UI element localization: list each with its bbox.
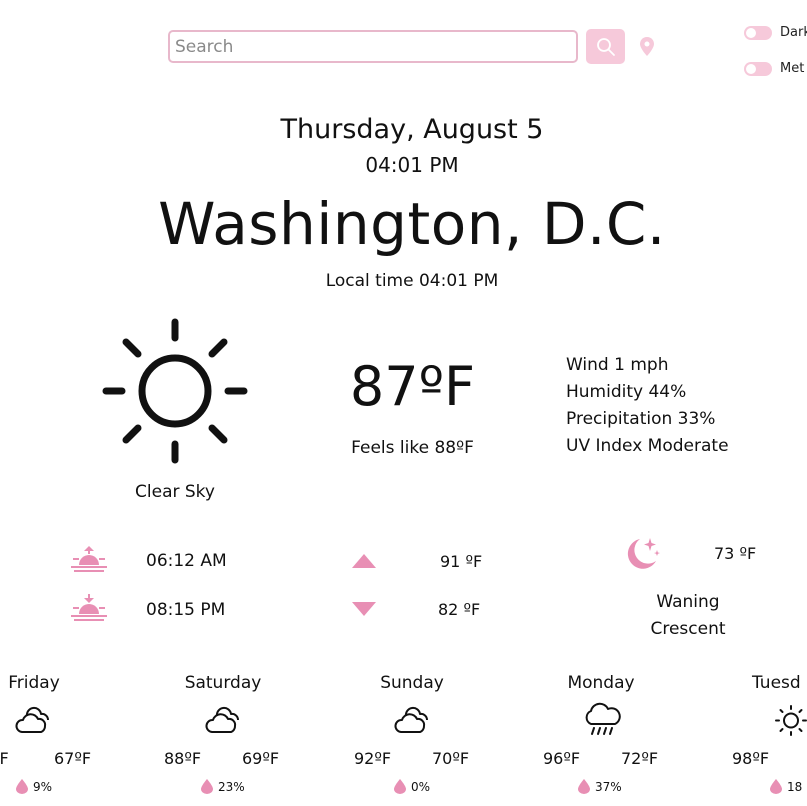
forecast-precip: 23% bbox=[201, 779, 245, 794]
high-temp: 91 ºF bbox=[440, 552, 483, 571]
weather-details: Wind 1 mph Humidity 44% Precipitation 33… bbox=[566, 352, 729, 460]
wind: Wind 1 mph bbox=[566, 355, 669, 375]
forecast-day-name: Saturday bbox=[184, 673, 262, 693]
sunset-time: 08:15 PM bbox=[146, 600, 226, 620]
dark-mode-label: Dark bbox=[780, 25, 807, 40]
sunset-icon bbox=[71, 594, 107, 621]
condition-label: Clear Sky bbox=[135, 482, 215, 502]
forecast-precip: 9% bbox=[16, 779, 52, 794]
raindrop-icon bbox=[201, 779, 213, 794]
forecast-day-name: Tuesd bbox=[752, 673, 801, 693]
raindrop-icon bbox=[770, 779, 782, 794]
dark-mode-toggle-row: Dark bbox=[744, 25, 807, 40]
date-heading: Thursday, August 5 bbox=[280, 114, 544, 145]
low-temp: 82 ºF bbox=[438, 600, 481, 619]
moon-phase: Waning Crescent bbox=[620, 589, 756, 643]
sunrise-icon bbox=[71, 546, 107, 572]
forecast-precip: 37% bbox=[578, 779, 622, 794]
forecast-high: 98ºF bbox=[732, 749, 770, 768]
moon-icon bbox=[627, 538, 660, 569]
sun-icon bbox=[102, 318, 248, 464]
forecast-precip-value: 9% bbox=[33, 779, 53, 794]
forecast-high: 96ºF bbox=[543, 749, 581, 768]
precipitation: Precipitation 33% bbox=[566, 409, 716, 429]
forecast-high: 88ºF bbox=[164, 749, 202, 768]
forecast-day-name: Monday bbox=[567, 673, 635, 693]
location-pin-icon[interactable] bbox=[638, 36, 656, 58]
temperature: 87ºF bbox=[349, 355, 476, 418]
forecast-day-name: Friday bbox=[8, 673, 60, 693]
search-icon bbox=[596, 37, 615, 56]
rain-cloud-icon bbox=[585, 702, 621, 735]
forecast-high: 92ºF bbox=[354, 749, 392, 768]
local-time: Local time 04:01 PM bbox=[325, 271, 499, 291]
cloud-icon bbox=[205, 706, 240, 733]
forecast-precip: 0% bbox=[394, 779, 430, 794]
search-button[interactable] bbox=[586, 29, 625, 64]
city-name: Washington, D.C. bbox=[158, 190, 666, 258]
cloud-icon bbox=[394, 706, 429, 733]
arrow-up-icon bbox=[352, 554, 376, 568]
moon-phase-line2: Crescent bbox=[650, 619, 726, 639]
forecast-precip-value: 18 bbox=[787, 779, 803, 794]
current-time: 04:01 PM bbox=[365, 153, 459, 177]
search-input[interactable] bbox=[168, 30, 578, 63]
forecast-precip-value: 37% bbox=[595, 779, 622, 794]
feels-like: Feels like 88ºF bbox=[351, 438, 474, 458]
forecast-low: 67ºF bbox=[54, 749, 92, 768]
forecast-low: 70ºF bbox=[432, 749, 470, 768]
sun-icon bbox=[775, 705, 807, 736]
forecast-precip: 18 bbox=[770, 779, 802, 794]
forecast-precip-value: 0% bbox=[411, 779, 431, 794]
forecast-high: ºF bbox=[0, 749, 9, 768]
metric-toggle[interactable] bbox=[744, 61, 772, 76]
metric-label: Met bbox=[780, 61, 805, 76]
cloud-icon bbox=[15, 706, 50, 733]
raindrop-icon bbox=[578, 779, 590, 794]
sunrise-time: 06:12 AM bbox=[146, 551, 227, 571]
raindrop-icon bbox=[16, 779, 28, 794]
metric-toggle-row: Met bbox=[744, 61, 804, 76]
forecast-low: 69ºF bbox=[242, 749, 280, 768]
forecast-day-name: Sunday bbox=[380, 673, 444, 693]
uv-index: UV Index Moderate bbox=[566, 436, 729, 456]
arrow-down-icon bbox=[352, 602, 376, 616]
raindrop-icon bbox=[394, 779, 406, 794]
forecast-precip-value: 23% bbox=[218, 779, 245, 794]
moon-temp: 73 ºF bbox=[714, 544, 757, 563]
dark-mode-toggle[interactable] bbox=[744, 25, 772, 40]
humidity: Humidity 44% bbox=[566, 382, 687, 402]
moon-phase-line1: Waning bbox=[656, 592, 720, 612]
forecast-low: 72ºF bbox=[621, 749, 659, 768]
